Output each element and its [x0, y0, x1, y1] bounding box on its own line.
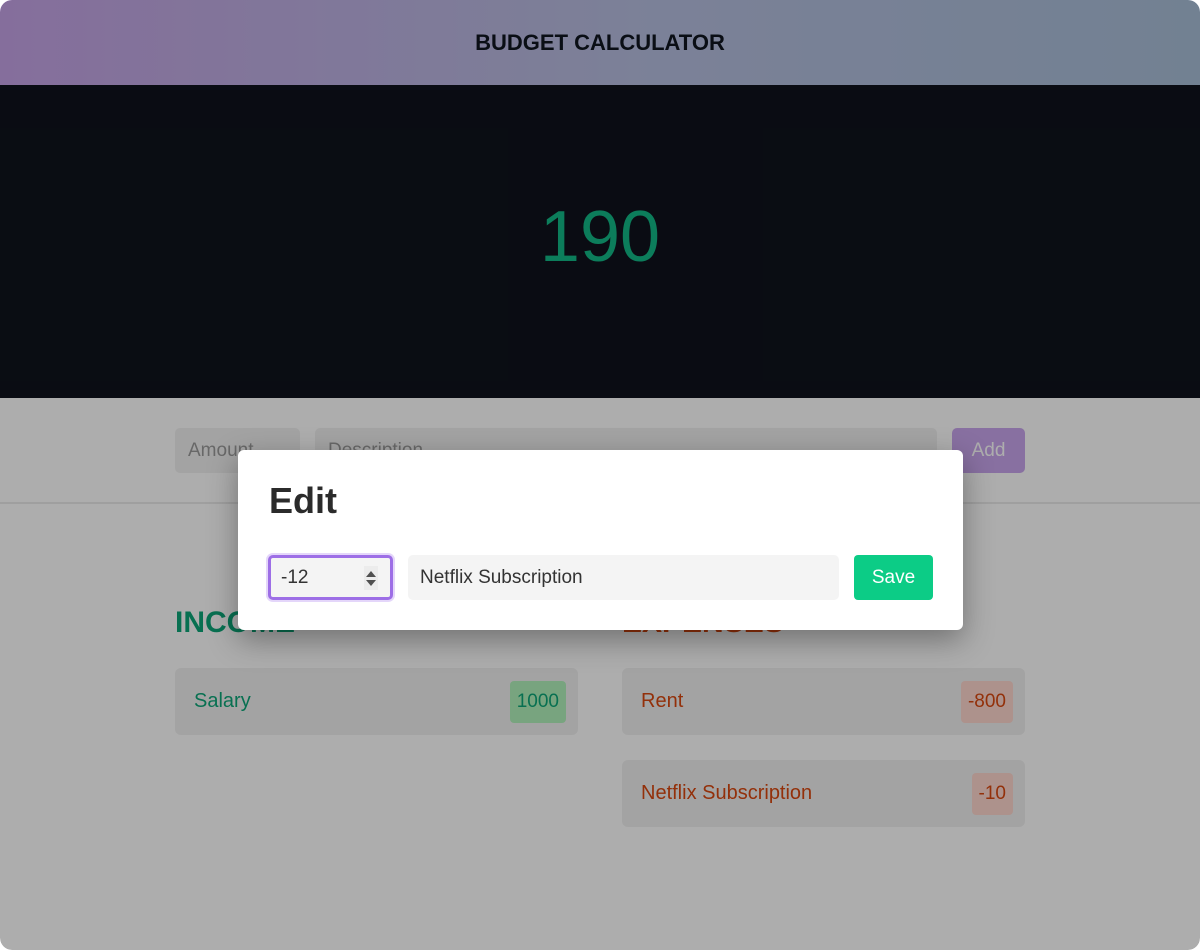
edit-description-value: Netflix Subscription	[420, 566, 583, 588]
spin-down-icon[interactable]	[366, 579, 376, 586]
edit-description-input[interactable]: Netflix Subscription	[408, 555, 839, 600]
edit-modal: Edit -12 Netflix Subscription Save	[238, 450, 963, 630]
budget-app: BUDGET CALCULATOR 190 Add INCOME Salary …	[0, 0, 1200, 950]
edit-amount-input[interactable]: -12	[268, 555, 393, 600]
spin-up-icon[interactable]	[366, 570, 376, 577]
edit-modal-title: Edit	[269, 480, 337, 521]
number-spinner[interactable]	[364, 566, 378, 590]
save-button[interactable]: Save	[854, 555, 933, 600]
edit-amount-value: -12	[281, 566, 309, 588]
edit-form: -12 Netflix Subscription Save	[268, 555, 933, 600]
